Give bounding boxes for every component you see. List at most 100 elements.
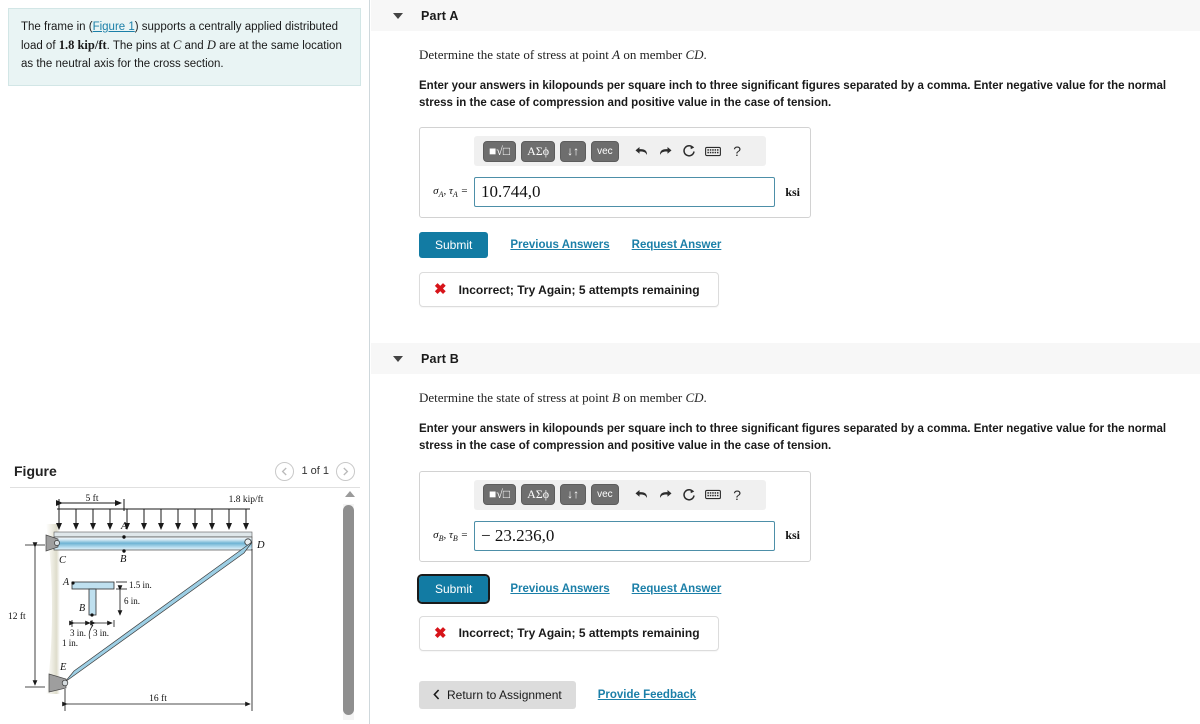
part-b-answer-input[interactable] bbox=[474, 520, 776, 551]
part-a-previous-answers-link[interactable]: Previous Answers bbox=[510, 239, 609, 251]
prompt-post-b: . bbox=[703, 390, 707, 406]
figure-label-B-beam: B bbox=[120, 554, 127, 565]
figure-next-button[interactable] bbox=[336, 461, 355, 481]
part-b-header[interactable]: Part B bbox=[371, 343, 1200, 375]
part-b-request-answer-link[interactable]: Request Answer bbox=[632, 583, 722, 595]
part-a-title: Part A bbox=[421, 8, 459, 23]
vector-button[interactable]: vec bbox=[591, 484, 619, 506]
right-panel: Part A Determine the state of stress at … bbox=[371, 0, 1200, 724]
part-b-variable-label: σB, τB = bbox=[433, 528, 468, 543]
sqrt-template-button[interactable]: ■√□ bbox=[483, 484, 517, 506]
chevron-left-icon bbox=[282, 467, 288, 475]
cross-section-detail: A B 1.5 in. 6 in. 3 in. 3 in. 1 in. bbox=[62, 577, 152, 648]
problem-text-1: The frame in ( bbox=[21, 21, 93, 33]
figure-label-C: C bbox=[59, 555, 67, 566]
part-b-alert-text: Incorrect; Try Again; 5 attempts remaini… bbox=[458, 626, 700, 641]
x-mark-icon: ✖ bbox=[434, 281, 447, 299]
figure-label-flange: 1.5 in. bbox=[129, 580, 152, 590]
figure-prev-button[interactable] bbox=[275, 461, 295, 481]
reset-icon[interactable] bbox=[680, 485, 699, 505]
frame-diagram: 5 ft 1.8 kip/ft A B C D E A B 1.5 in. 6 … bbox=[8, 493, 265, 711]
figure-header: Figure 1 of 1 bbox=[0, 455, 369, 487]
figure-label-D: D bbox=[256, 540, 265, 551]
scroll-up-arrow-icon[interactable] bbox=[345, 491, 355, 497]
equals-a: = bbox=[460, 185, 468, 198]
keyboard-icon[interactable] bbox=[704, 485, 723, 505]
undo-icon[interactable] bbox=[632, 141, 651, 161]
part-b-previous-answers-link[interactable]: Previous Answers bbox=[510, 583, 609, 595]
greek-symbols-button[interactable]: ΑΣϕ bbox=[521, 484, 556, 506]
figure-1-link[interactable]: Figure 1 bbox=[93, 21, 135, 33]
figure-title: Figure bbox=[14, 463, 57, 479]
scrollbar-thumb[interactable] bbox=[343, 505, 354, 715]
help-icon[interactable]: ? bbox=[728, 485, 747, 505]
part-b-instructions: Enter your answers in kilopounds per squ… bbox=[419, 423, 1167, 453]
prompt-member-a: CD bbox=[685, 47, 704, 62]
part-b-title: Part B bbox=[421, 351, 460, 366]
figure-scrollbar[interactable] bbox=[338, 489, 362, 724]
keyboard-icon[interactable] bbox=[704, 141, 723, 161]
help-icon[interactable]: ? bbox=[728, 141, 747, 161]
redo-icon[interactable] bbox=[656, 141, 675, 161]
prompt-pre-a: Determine the state of stress at point bbox=[419, 47, 613, 62]
part-a-alert: ✖ Incorrect; Try Again; 5 attempts remai… bbox=[419, 272, 719, 308]
figure-label-web: 1 in. bbox=[62, 638, 78, 648]
prompt-point-a: A bbox=[612, 47, 621, 62]
undo-icon[interactable] bbox=[632, 485, 651, 505]
prompt-member-b: CD bbox=[685, 390, 704, 406]
figure-image[interactable]: 5 ft 1.8 kip/ft A B C D E A B 1.5 in. 6 … bbox=[0, 489, 332, 724]
redo-icon[interactable] bbox=[656, 485, 675, 505]
figure-label-E: E bbox=[59, 662, 67, 673]
x-mark-icon: ✖ bbox=[434, 624, 447, 642]
part-a-request-answer-link[interactable]: Request Answer bbox=[632, 239, 722, 251]
part-b-body: Determine the state of stress at point B… bbox=[371, 390, 1200, 709]
sigma-sub-b: B bbox=[438, 533, 444, 543]
prompt-point-b: B bbox=[612, 390, 621, 406]
tau-sub-a: A bbox=[452, 190, 458, 200]
part-a-actions: Submit Previous Answers Request Answer bbox=[419, 232, 1200, 259]
return-to-assignment-button[interactable]: Return to Assignment bbox=[419, 680, 576, 709]
caret-down-icon[interactable] bbox=[393, 12, 403, 19]
prompt-mid-a: on member bbox=[620, 47, 686, 62]
reset-icon[interactable] bbox=[680, 141, 699, 161]
figure-page-counter: 1 of 1 bbox=[301, 465, 329, 477]
part-a-variable-label: σA, τA = bbox=[433, 185, 468, 200]
figure-nav: 1 of 1 bbox=[275, 461, 355, 481]
prompt-mid-b: on member bbox=[620, 390, 686, 406]
return-to-assignment-label: Return to Assignment bbox=[447, 687, 562, 702]
figure-label-A-beam: A bbox=[120, 521, 128, 532]
problem-statement: The frame in (Figure 1) supports a centr… bbox=[8, 8, 361, 86]
caret-down-icon[interactable] bbox=[393, 355, 403, 362]
provide-feedback-link[interactable]: Provide Feedback bbox=[598, 689, 696, 701]
part-b-actions: Submit Previous Answers Request Answer bbox=[416, 573, 1200, 604]
figure-label-A-section: A bbox=[62, 577, 70, 588]
problem-text-3: . The pins at bbox=[106, 40, 173, 53]
part-a-instructions: Enter your answers in kilopounds per squ… bbox=[419, 80, 1167, 109]
part-a-header[interactable]: Part A bbox=[371, 0, 1200, 31]
part-b-submit-button[interactable]: Submit bbox=[416, 573, 491, 604]
figure-divider bbox=[10, 487, 360, 488]
greek-symbols-button[interactable]: ΑΣϕ bbox=[521, 140, 556, 162]
updown-arrows-button[interactable]: ↓↑ bbox=[560, 484, 587, 506]
figure-label-B-section: B bbox=[79, 603, 85, 614]
equals-b: = bbox=[460, 528, 468, 541]
prompt-pre-b: Determine the state of stress at point bbox=[419, 390, 613, 406]
part-a-section: Part A Determine the state of stress at … bbox=[371, 0, 1200, 308]
vector-button[interactable]: vec bbox=[591, 140, 619, 162]
updown-arrows-button[interactable]: ↓↑ bbox=[560, 140, 587, 162]
figure-label-right3: 3 in. bbox=[93, 628, 109, 638]
load-value: 1.8 kip/ft bbox=[58, 38, 107, 53]
figure-label-5ft: 5 ft bbox=[86, 493, 99, 504]
part-a-submit-button[interactable]: Submit bbox=[419, 232, 489, 259]
sqrt-template-button[interactable]: ■√□ bbox=[483, 140, 517, 162]
part-b-equation-toolbar: ■√□ ΑΣϕ ↓↑ vec ? bbox=[474, 479, 766, 510]
part-b-prompt: Determine the state of stress at point B… bbox=[419, 390, 1200, 406]
chevron-left-icon bbox=[433, 689, 440, 700]
footer-bar: Return to Assignment Provide Feedback bbox=[419, 680, 1200, 709]
chevron-right-icon bbox=[343, 467, 349, 475]
pin-d-label: D bbox=[206, 38, 216, 53]
figure-label-left3: 3 in. bbox=[70, 628, 86, 638]
part-a-answer-input[interactable] bbox=[474, 177, 776, 208]
problem-text-and: and bbox=[181, 40, 207, 53]
tau-sub-b: B bbox=[452, 533, 458, 543]
